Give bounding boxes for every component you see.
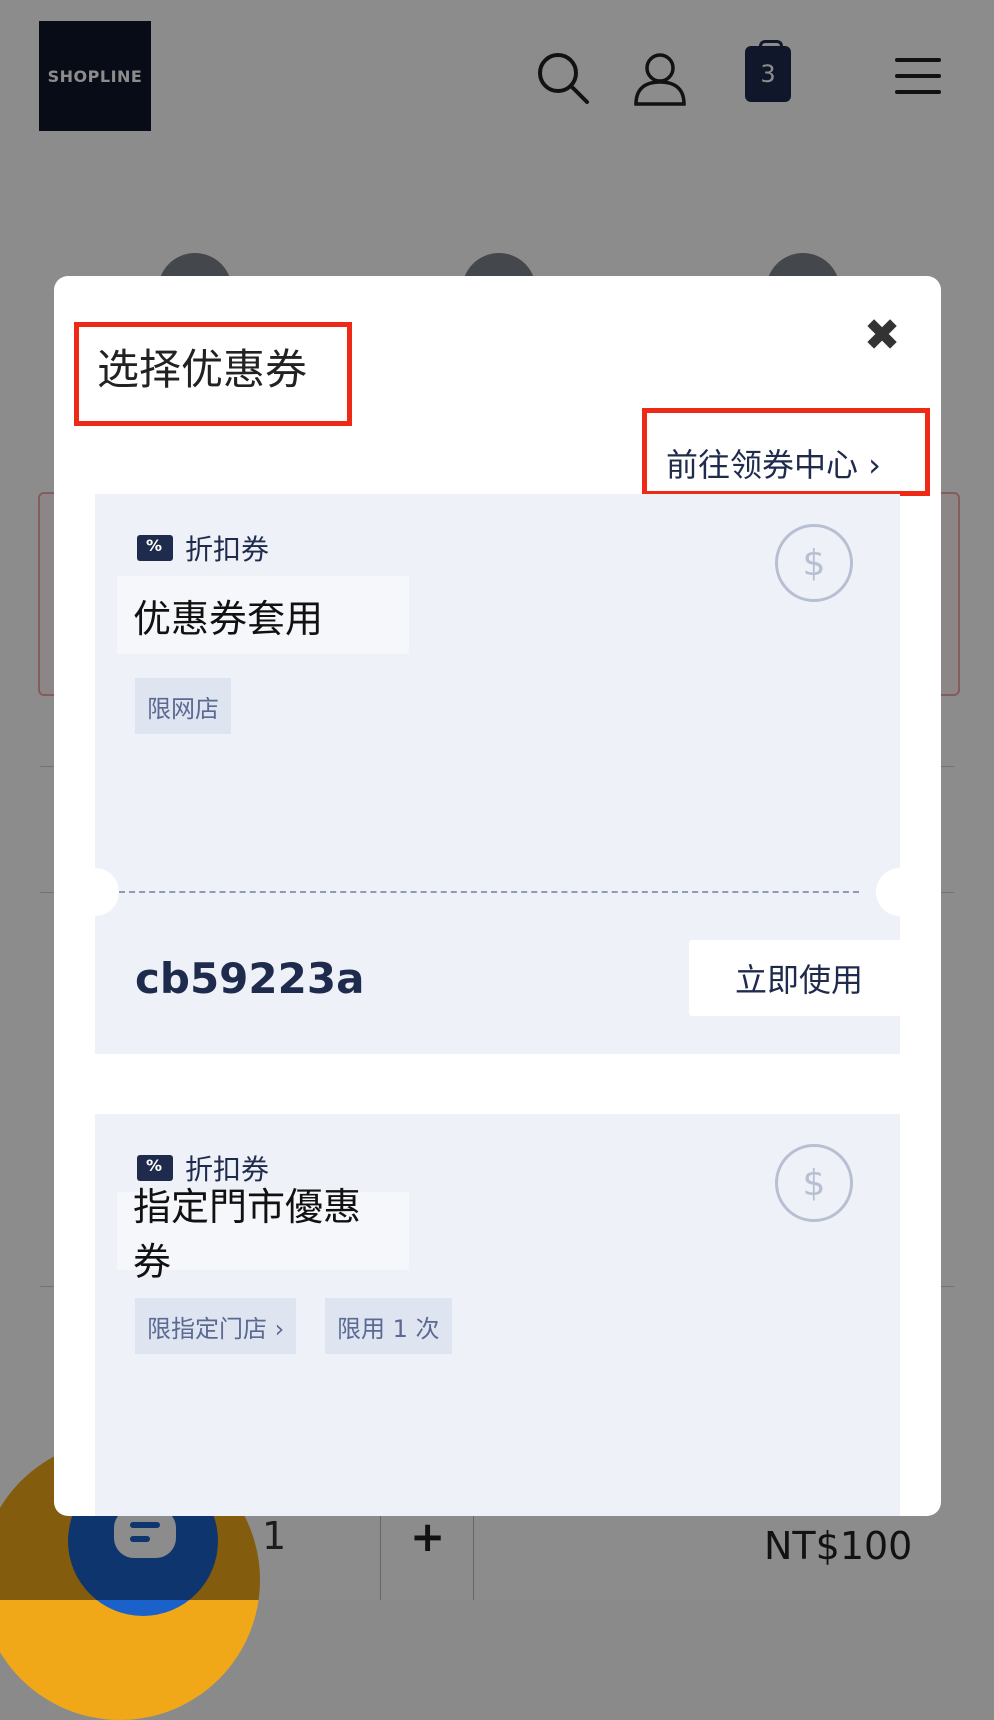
link-highlight-box <box>642 408 930 496</box>
title-highlight-box <box>74 322 352 426</box>
close-icon[interactable]: ✖ <box>862 314 902 358</box>
coupon-selection-modal: 选择优惠券 ✖ 前往领券中心 › 折扣券 优惠券套用 $ 限网店 cb59223… <box>54 276 941 1516</box>
ticket-notch <box>71 868 119 916</box>
dollar-icon: $ <box>775 1144 853 1222</box>
dollar-icon: $ <box>775 524 853 602</box>
coupon-type: 折扣券 <box>137 528 269 568</box>
coupon-code: cb59223a <box>135 954 365 1003</box>
discount-ticket-icon <box>137 535 173 561</box>
use-now-button[interactable]: 立即使用 <box>689 940 909 1016</box>
coupon-name: 指定門市優惠券 <box>117 1185 409 1284</box>
coupon-card: 折扣券 指定門市優惠券 $ 限指定门店 › 限用 1 次 <box>95 1114 900 1516</box>
coupon-tag: 限网店 <box>135 678 231 734</box>
ticket-divider <box>119 891 859 893</box>
coupon-card: 折扣券 优惠券套用 $ 限网店 cb59223a 立即使用 <box>71 494 924 1054</box>
ticket-notch <box>876 868 924 916</box>
coupon-name: 优惠券套用 <box>117 576 409 654</box>
usage-limit-tag: 限用 1 次 <box>325 1298 452 1354</box>
store-restriction-tag[interactable]: 限指定门店 › <box>135 1298 297 1354</box>
coupon-type-label: 折扣券 <box>185 533 270 566</box>
